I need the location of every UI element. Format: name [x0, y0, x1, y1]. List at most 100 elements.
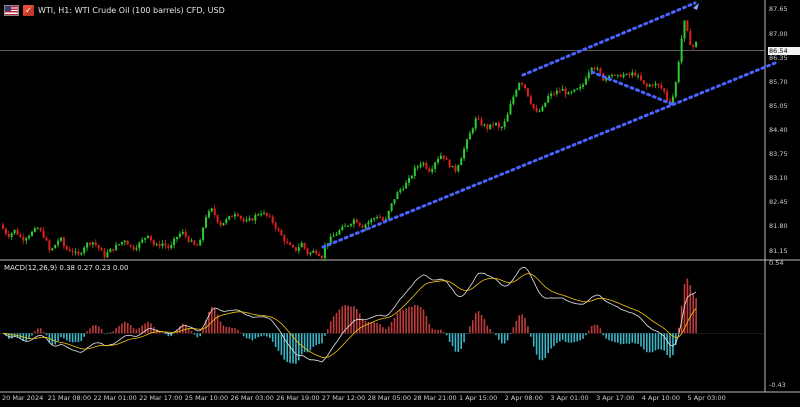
candle-body	[477, 118, 480, 120]
candle-body	[289, 242, 292, 246]
candle-body	[373, 218, 376, 220]
candle-body	[387, 210, 390, 220]
candle-body	[631, 72, 634, 76]
candle-body	[526, 88, 529, 97]
candle-body	[637, 75, 640, 77]
time-axis-label: 3 Apr 17:00	[596, 394, 635, 402]
time-axis-label: 21 Mar 08:00	[47, 394, 92, 402]
candle-body	[10, 233, 13, 237]
candle-body	[45, 237, 48, 241]
chart-title: WTI, H1: WTI Crude Oil (100 barrels) CFD…	[38, 5, 225, 15]
candle-body	[202, 227, 205, 241]
candle-body	[129, 244, 132, 247]
candle-body	[616, 74, 619, 76]
candle-body	[335, 234, 338, 236]
candle-body	[468, 133, 471, 140]
candle-body	[471, 128, 474, 134]
one-click-trading-icon[interactable]: ✓	[23, 4, 34, 16]
candle-body	[674, 82, 677, 97]
candle-body	[257, 214, 260, 216]
candle-body	[231, 216, 234, 218]
macd-line	[2, 267, 697, 363]
candle-body	[338, 230, 341, 235]
candle-body	[248, 218, 251, 221]
candle-body	[419, 164, 422, 167]
candle-body	[663, 88, 666, 92]
candle-body	[454, 165, 457, 172]
candle-body	[413, 167, 416, 176]
candle-body	[71, 251, 74, 253]
candle-body	[106, 252, 109, 258]
candle-body	[492, 124, 495, 126]
candle-body	[265, 212, 268, 216]
price-chart[interactable]	[0, 0, 800, 407]
candle-body	[657, 83, 660, 85]
candle-body	[692, 45, 695, 47]
candle-body	[65, 246, 68, 250]
candle-body	[570, 91, 573, 93]
channel-upper-line	[521, 1, 697, 77]
time-axis-label: 26 Mar 03:00	[230, 394, 274, 402]
price-axis-label: 83.10	[769, 174, 788, 183]
candle-body	[297, 247, 300, 251]
candle-body	[503, 121, 506, 127]
candle-body	[77, 251, 80, 255]
candle-body	[695, 41, 698, 47]
candle-body	[74, 251, 77, 253]
candle-body	[39, 228, 42, 231]
candle-body	[376, 217, 379, 219]
candle-body	[286, 241, 289, 243]
candle-body	[28, 235, 31, 239]
candle-body	[196, 244, 199, 246]
price-axis-label: 85.05	[769, 101, 788, 110]
current-price-label: 86.54	[768, 46, 800, 55]
candle-body	[2, 224, 4, 229]
candle-body	[187, 236, 190, 242]
candle-body	[350, 224, 352, 226]
candle-body	[277, 228, 280, 231]
price-axis-label: 81.15	[769, 246, 788, 255]
candle-body	[193, 240, 196, 245]
candle-body	[555, 90, 558, 95]
candle-body	[431, 168, 434, 172]
candle-body	[280, 230, 283, 236]
candle-body	[309, 252, 312, 255]
time-axis-label: 28 Mar 05:00	[367, 394, 411, 402]
candle-body	[89, 242, 91, 245]
candle-body	[622, 74, 625, 78]
candle-body	[390, 203, 393, 211]
candle-body	[428, 168, 431, 172]
channel-lower-line	[321, 61, 777, 249]
candle-body	[16, 229, 19, 235]
candle-body	[80, 253, 83, 255]
candle-body	[567, 92, 570, 95]
candle-body	[367, 222, 370, 225]
candle-body	[51, 248, 54, 251]
candle-body	[402, 188, 405, 190]
time-axis-label: 2 Apr 08:00	[504, 394, 543, 402]
candle-body	[634, 72, 637, 76]
candle-body	[300, 242, 303, 248]
candle-body	[361, 225, 364, 228]
time-axis-label: 1 Apr 15:00	[459, 394, 498, 402]
candle-body	[48, 240, 51, 251]
candle-body	[660, 84, 663, 89]
candle-body	[480, 119, 483, 126]
candle-body	[364, 224, 367, 228]
candle-body	[144, 237, 147, 240]
candle-body	[123, 240, 126, 242]
chart-header: ✓ WTI, H1: WTI Crude Oil (100 barrels) C…	[4, 3, 225, 17]
candle-body	[176, 236, 178, 239]
candle-body	[466, 139, 468, 149]
candle-body	[553, 93, 555, 95]
candle-body	[347, 225, 350, 227]
candle-body	[341, 226, 344, 231]
macd-axis-bottom: -0.43	[769, 381, 786, 389]
candle-body	[596, 68, 599, 70]
candle-body	[260, 213, 263, 215]
candle-body	[518, 82, 521, 91]
candle-body	[579, 86, 582, 89]
candle-body	[474, 118, 477, 129]
candle-body	[399, 189, 402, 193]
candle-body	[587, 72, 590, 79]
